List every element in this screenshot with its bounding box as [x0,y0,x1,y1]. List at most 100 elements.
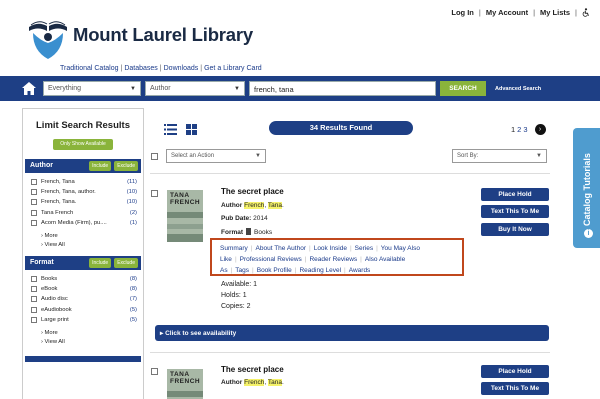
only-show-available-button[interactable]: Only Show Available [53,139,113,150]
facet-item[interactable]: Acorn Media (Firm), pu.... (1) [31,218,137,228]
author-link[interactable]: French [244,379,265,386]
format-facet-header: Format Include Exclude [25,255,141,270]
my-account-link[interactable]: My Account [486,8,528,17]
sort-select[interactable]: Sort By: ▼ [452,149,547,163]
library-card-link[interactable]: Get a Library Card [204,65,262,72]
my-lists-link[interactable]: My Lists [540,8,570,17]
pagination: 1 2 3 › [511,124,546,135]
select-all-checkbox[interactable] [151,153,158,160]
checkbox[interactable] [31,276,37,283]
next-page-icon[interactable]: › [534,124,546,135]
search-button[interactable]: SEARCH [440,81,486,96]
tab-reading-level[interactable]: Reading Level [299,267,341,274]
checkbox[interactable] [31,179,37,186]
chevron-down-icon: ▼ [234,86,240,92]
search-scope-select[interactable]: Everything ▼ [43,81,141,96]
availability-toggle[interactable]: ▸ Click to see availability [155,325,549,341]
format-facet-list: Books (8) eBook (8) Audio disc (7) eAudiobo… [31,274,137,347]
library-logo[interactable]: Mount Laurel Library [25,13,253,61]
checkbox[interactable] [31,199,37,206]
limit-results-sidebar: Limit Search Results Only Show Available… [22,108,144,399]
detail-tabs-highlight: Summary | About The Author | Look Inside | Ser… [210,238,464,276]
checkbox[interactable] [31,286,37,293]
book-cover[interactable]: TANA FRENCH [167,369,203,399]
format-more-link[interactable]: › More [41,329,137,338]
facet-item[interactable]: eAudiobook (5) [31,305,137,315]
search-field-select[interactable]: Author ▼ [145,81,245,96]
text-this-to-me-button[interactable]: Text This To Me [481,205,549,218]
tab-book-profile[interactable]: Book Profile [257,267,292,274]
tab-awards[interactable]: Awards [349,267,371,274]
page-1[interactable]: 1 [511,125,515,134]
tab-also-available-as[interactable]: Also Available [365,256,405,263]
login-link[interactable]: Log In [451,8,474,17]
facet-item[interactable]: Audio disc (7) [31,294,137,304]
tab-series[interactable]: Series [355,245,373,252]
facet-item[interactable]: eBook (8) [31,284,137,294]
facet-item[interactable]: Tana French (2) [31,208,137,218]
checkbox[interactable] [31,209,37,216]
place-hold-button[interactable]: Place Hold [481,365,549,378]
author-link[interactable]: French [244,202,265,209]
holds-count: Holds: 1 [221,292,247,299]
tab-you-may-also-like[interactable]: You May Also [381,245,420,252]
logo-text: Mount Laurel Library [73,24,253,45]
available-count: Available: 1 [221,281,258,288]
checkbox[interactable] [31,306,37,313]
author-view-all-link[interactable]: › View All [41,241,137,250]
tab-summary[interactable]: Summary [220,245,248,252]
advanced-search-link[interactable]: Advanced Search [495,86,541,92]
format-include-button[interactable]: Include [89,257,112,268]
tab-reader-reviews[interactable]: Reader Reviews [309,256,357,263]
search-bar: Everything ▼ Author ▼ french, tana SEARC… [0,76,600,101]
author-include-button[interactable]: Include [89,161,112,171]
page-3[interactable]: 3 [523,125,527,134]
view-toggle [164,124,197,135]
facet-item[interactable]: Books (8) [31,274,137,284]
tab-look-inside[interactable]: Look Inside [314,245,347,252]
databases-link[interactable]: Databases [124,65,157,72]
result-title[interactable]: The secret place [221,365,284,374]
author-facet-header: Author Include Exclude [25,159,141,173]
tab-also-available-as[interactable]: As [220,267,228,274]
result-author: Author French, Tana. [221,379,284,386]
tab-tags[interactable]: Tags [235,267,249,274]
list-view-icon[interactable] [164,124,177,135]
result-author: Author French, Tana. [221,202,284,209]
result-checkbox[interactable] [151,368,158,375]
sidebar-title: Limit Search Results [36,120,130,131]
author-more-link[interactable]: › More [41,232,137,241]
traditional-catalog-link[interactable]: Traditional Catalog [60,65,119,72]
author-exclude-button[interactable]: Exclude [114,161,138,171]
accessibility-icon[interactable] [582,8,590,17]
checkbox[interactable] [31,316,37,323]
facet-item[interactable]: French, Tana (11) [31,177,137,187]
result-checkbox[interactable] [151,190,158,197]
checkbox[interactable] [31,219,37,226]
catalog-tutorials-tab[interactable]: iCatalog Tutorials [573,128,600,248]
checkbox[interactable] [31,189,37,196]
text-this-to-me-button[interactable]: Text This To Me [481,382,549,395]
book-icon [246,228,252,235]
tab-you-may-also-like[interactable]: Like [220,256,232,263]
action-select[interactable]: Select an Action ▼ [166,149,266,163]
format-exclude-button[interactable]: Exclude [114,257,138,268]
facet-item[interactable]: French, Tana. (10) [31,197,137,207]
result-format: Format Books [221,228,273,236]
chevron-down-icon: ▼ [536,153,542,159]
place-hold-button[interactable]: Place Hold [481,188,549,201]
format-view-all-link[interactable]: › View All [41,338,137,347]
facet-item[interactable]: French, Tana, author. (10) [31,187,137,197]
buy-it-now-button[interactable]: Buy It Now [481,223,549,236]
home-icon[interactable] [22,82,36,95]
tab-professional-reviews[interactable]: Professional Reviews [240,256,302,263]
grid-view-icon[interactable] [186,124,197,135]
checkbox[interactable] [31,296,37,303]
downloads-link[interactable]: Downloads [164,65,199,72]
result-title[interactable]: The secret place [221,187,284,196]
facet-item[interactable]: Large print (5) [31,315,137,325]
page-2[interactable]: 2 [517,125,521,134]
search-input[interactable]: french, tana [249,81,436,96]
tab-about-author[interactable]: About The Author [256,245,306,252]
book-cover[interactable]: TANA FRENCH [167,190,203,242]
